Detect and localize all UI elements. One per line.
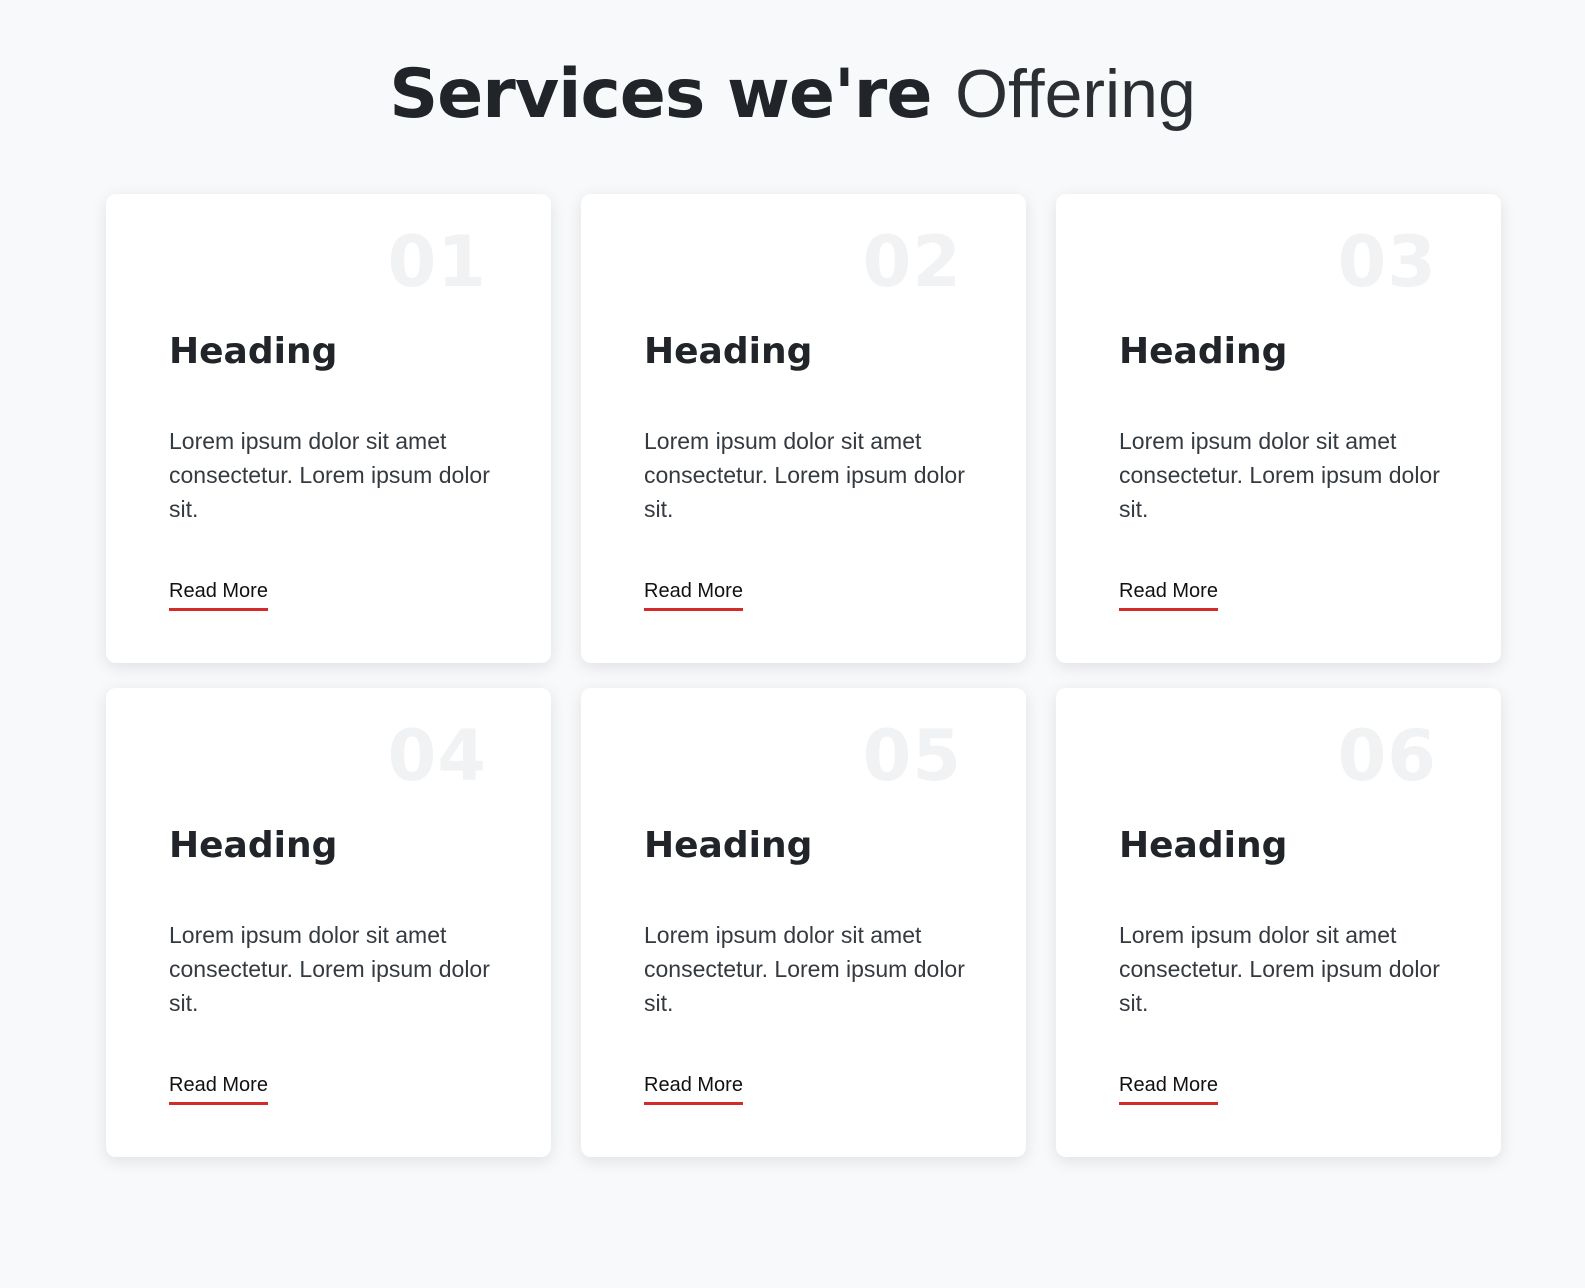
card-heading: Heading [1119, 331, 1288, 372]
card-number: 04 [387, 715, 487, 797]
card-heading: Heading [169, 331, 338, 372]
card-number: 02 [862, 221, 962, 303]
read-more-link[interactable]: Read More [169, 1072, 268, 1105]
card-description: Lorem ipsum dolor sit amet consectetur. … [1119, 922, 1440, 1016]
card-description: Lorem ipsum dolor sit amet consectetur. … [644, 428, 965, 522]
service-card: 03 Heading Lorem ipsum dolor sit amet co… [1056, 194, 1501, 663]
read-more-link[interactable]: Read More [1119, 1072, 1218, 1105]
read-more-link[interactable]: Read More [169, 578, 268, 611]
service-card: 02 Heading Lorem ipsum dolor sit amet co… [581, 194, 1026, 663]
card-number: 01 [387, 221, 487, 303]
page-title: Services we're Offering [0, 52, 1585, 137]
card-number: 05 [862, 715, 962, 797]
card-description: Lorem ipsum dolor sit amet consectetur. … [1119, 428, 1440, 522]
service-card: 01 Heading Lorem ipsum dolor sit amet co… [106, 194, 551, 663]
card-description: Lorem ipsum dolor sit amet consectetur. … [169, 922, 490, 1016]
service-card: 06 Heading Lorem ipsum dolor sit amet co… [1056, 688, 1501, 1157]
read-more-link[interactable]: Read More [644, 578, 743, 611]
service-card: 04 Heading Lorem ipsum dolor sit amet co… [106, 688, 551, 1157]
card-number: 03 [1337, 221, 1437, 303]
page-title-bold: Services we're [389, 55, 932, 134]
read-more-link[interactable]: Read More [1119, 578, 1218, 611]
card-heading: Heading [169, 825, 338, 866]
page-title-light: Offering [955, 56, 1196, 132]
card-heading: Heading [644, 331, 813, 372]
card-heading: Heading [644, 825, 813, 866]
card-description: Lorem ipsum dolor sit amet consectetur. … [169, 428, 490, 522]
card-heading: Heading [1119, 825, 1288, 866]
card-description: Lorem ipsum dolor sit amet consectetur. … [644, 922, 965, 1016]
services-grid: 01 Heading Lorem ipsum dolor sit amet co… [106, 194, 1502, 1157]
read-more-link[interactable]: Read More [644, 1072, 743, 1105]
card-number: 06 [1337, 715, 1437, 797]
service-card: 05 Heading Lorem ipsum dolor sit amet co… [581, 688, 1026, 1157]
